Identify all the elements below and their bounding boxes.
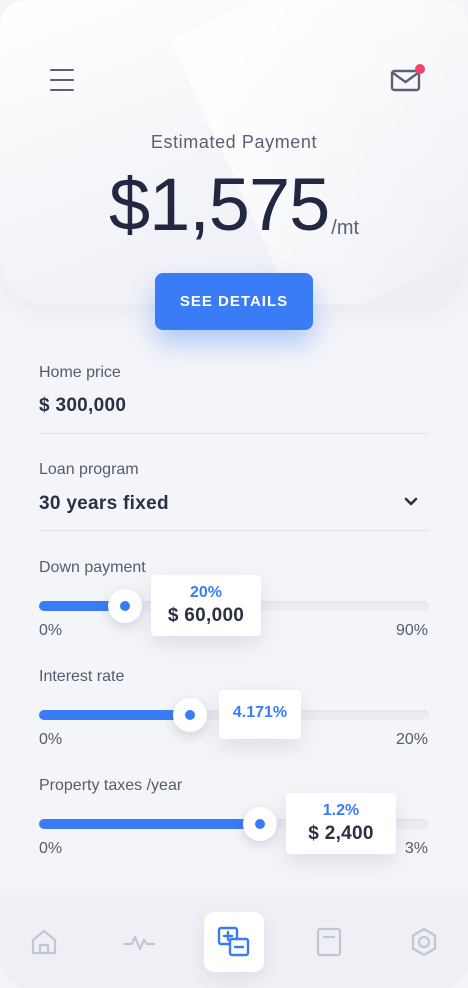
interest-rate-slider-fill <box>39 710 191 720</box>
mortgage-calculator-screen: Estimated Payment $1,575 /mt SEE DETAILS… <box>0 0 468 988</box>
property-taxes-min: 0% <box>39 840 63 857</box>
notification-badge <box>415 64 425 74</box>
interest-rate-slider-thumb[interactable] <box>173 698 207 732</box>
property-taxes-tooltip: 1.2% $ 2,400 <box>286 793 396 854</box>
down-payment-max: 90% <box>395 622 428 639</box>
nav-activity[interactable] <box>117 920 161 964</box>
loan-program-label: Loan program <box>39 461 139 478</box>
menu-icon[interactable] <box>50 69 74 91</box>
down-payment-label: Down payment <box>39 559 146 576</box>
property-taxes-slider-fill <box>39 819 261 829</box>
interest-rate-min: 0% <box>39 731 63 748</box>
see-details-button[interactable]: SEE DETAILS <box>155 273 313 330</box>
payment-unit: /mt <box>331 217 360 239</box>
home-icon <box>31 929 57 955</box>
property-taxes-max: 3% <box>404 840 428 857</box>
nav-documents[interactable] <box>307 920 351 964</box>
interest-rate-tooltip: 4.171% <box>219 690 301 739</box>
property-taxes-label: Property taxes /year <box>39 777 183 794</box>
property-taxes-percent: 1.2% <box>322 802 360 819</box>
down-payment-tooltip: 20% $ 60,000 <box>151 575 261 636</box>
interest-rate-max: 20% <box>395 731 428 748</box>
nav-calculator[interactable] <box>204 912 264 972</box>
settings-icon <box>411 927 437 957</box>
down-payment-slider-thumb[interactable] <box>108 589 142 623</box>
nav-home[interactable] <box>22 920 66 964</box>
chevron-down-icon[interactable] <box>403 496 419 508</box>
property-taxes-slider-thumb[interactable] <box>243 807 277 841</box>
loan-program-select[interactable]: 30 years fixed <box>39 493 169 515</box>
estimated-payment-amount: $1,575 <box>108 163 330 246</box>
property-taxes-amount: $ 2,400 <box>308 823 374 844</box>
estimated-payment-amount-row: $1,575 /mt <box>0 168 468 242</box>
document-icon <box>316 927 342 957</box>
nav-settings[interactable] <box>402 920 446 964</box>
calculator-icon <box>217 926 250 957</box>
estimated-payment-label: Estimated Payment <box>150 132 318 152</box>
interest-rate-label: Interest rate <box>39 668 125 685</box>
bottom-navigation <box>0 896 468 988</box>
down-payment-percent: 20% <box>189 584 223 601</box>
divider <box>39 433 429 434</box>
activity-icon <box>122 935 156 951</box>
down-payment-min: 0% <box>39 622 63 639</box>
home-price-input[interactable]: $ 300,000 <box>39 395 126 417</box>
divider <box>39 530 429 531</box>
home-price-label: Home price <box>39 364 121 381</box>
interest-rate-percent: 4.171% <box>232 704 288 721</box>
down-payment-amount: $ 60,000 <box>167 605 245 626</box>
